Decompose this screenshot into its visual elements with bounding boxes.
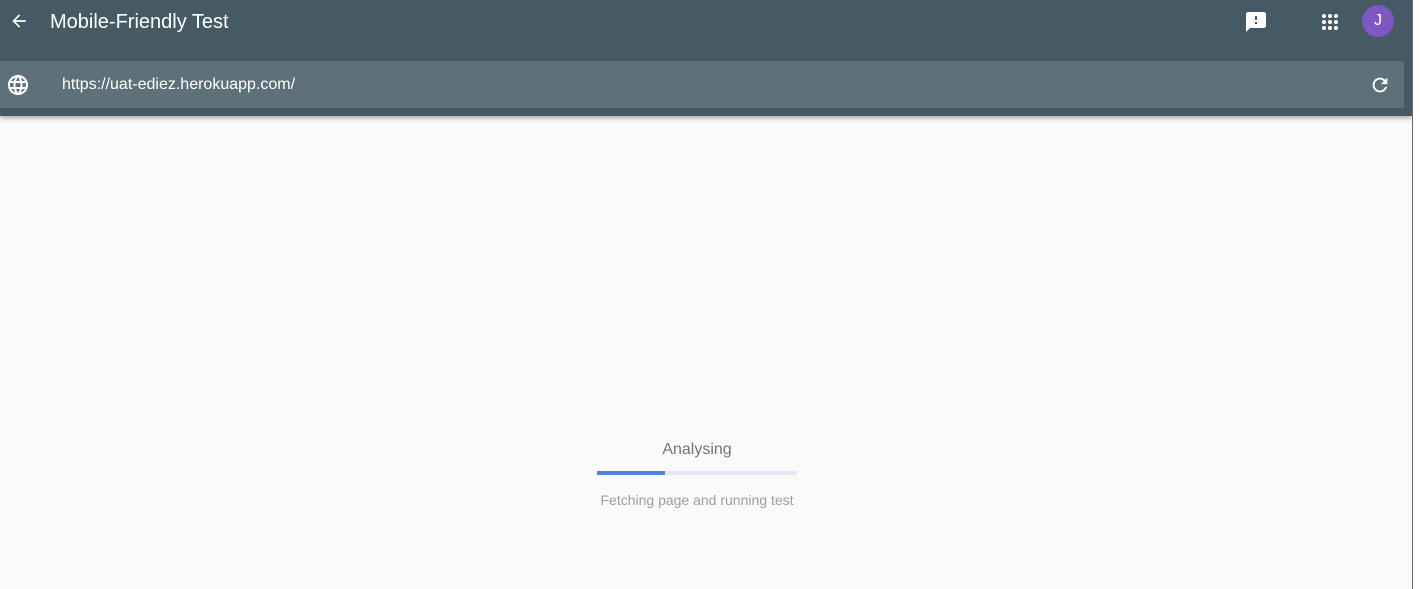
window-edge bbox=[1412, 0, 1420, 589]
progress-bar bbox=[597, 471, 797, 475]
globe-icon bbox=[8, 75, 28, 95]
arrow-back-icon bbox=[12, 14, 26, 28]
url-bar bbox=[0, 61, 1404, 108]
loading-subtitle: Fetching page and running test bbox=[600, 492, 794, 508]
page-title: Mobile-Friendly Test bbox=[50, 11, 229, 33]
loading-panel: Analysing Fetching page and running test bbox=[597, 440, 797, 508]
url-input[interactable] bbox=[62, 71, 1342, 99]
feedback-button[interactable] bbox=[1243, 9, 1269, 35]
loading-title: Analysing bbox=[662, 441, 732, 458]
app-window: Mobile-Friendly Test J https://uat-ediez… bbox=[0, 0, 1412, 589]
apps-button[interactable] bbox=[1317, 9, 1343, 35]
refresh-icon bbox=[1372, 77, 1388, 93]
back-button[interactable] bbox=[6, 8, 32, 34]
top-app-bar: Mobile-Friendly Test J bbox=[0, 0, 1412, 116]
feedback-icon bbox=[1246, 12, 1266, 32]
apps-grid-icon bbox=[1322, 14, 1338, 30]
account-avatar[interactable]: J bbox=[1362, 5, 1394, 37]
progress-bar-fill bbox=[597, 471, 665, 475]
refresh-button[interactable] bbox=[1367, 72, 1393, 98]
